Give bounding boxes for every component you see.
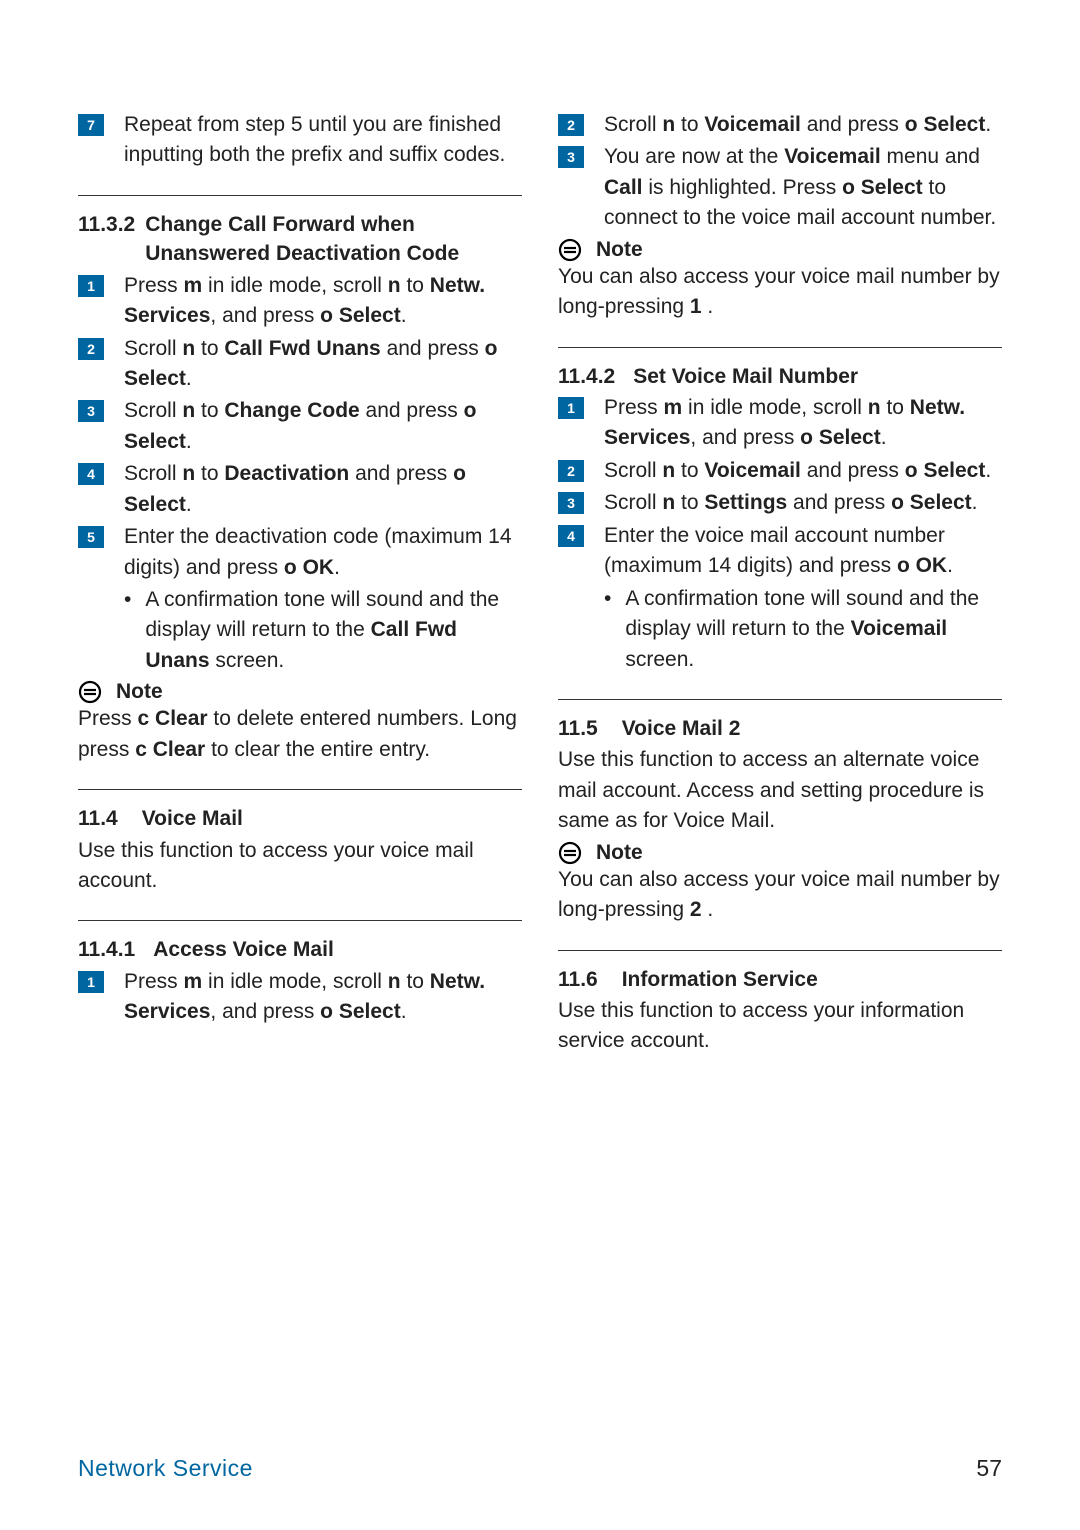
right-column: 2 Scroll n to Voicemail and press o Sele… (558, 110, 1002, 1059)
heading-11-4-1: 11.4.1 Access Voice Mail (78, 935, 522, 964)
step-number: 5 (78, 526, 104, 548)
heading-title: Voice Mail 2 (622, 717, 741, 740)
step-number: 1 (78, 971, 104, 993)
step-2: 2 Scroll n to Voicemail and press o Sele… (558, 456, 1002, 486)
heading-title: Voice Mail (142, 807, 243, 830)
step-4: 4 Enter the voice mail account number (m… (558, 521, 1002, 582)
step-text: Enter the voice mail account number (max… (604, 521, 1002, 582)
left-column: 7 Repeat from step 5 until you are finis… (78, 110, 522, 1059)
step-number: 4 (558, 525, 584, 547)
separator (78, 920, 522, 921)
heading-number: 11.5 (558, 717, 598, 740)
manual-page: 7 Repeat from step 5 until you are finis… (0, 0, 1080, 1530)
step-text: Enter the deactivation code (maximum 14 … (124, 522, 522, 583)
note-icon (558, 238, 582, 262)
step-number: 1 (78, 275, 104, 297)
heading-title: Change Call Forward when Unanswered Deac… (145, 210, 522, 269)
heading-title: Access Voice Mail (153, 938, 334, 961)
step-number: 1 (558, 397, 584, 419)
step-text: Press m in idle mode, scroll n to Netw. … (604, 393, 1002, 454)
heading-number: 11.4.2 (558, 365, 615, 388)
step-number: 2 (558, 114, 584, 136)
step-3: 3 Scroll n to Settings and press o Selec… (558, 488, 1002, 518)
note-text: You can also access your voice mail numb… (558, 865, 1002, 926)
heading-title: Set Voice Mail Number (633, 365, 858, 388)
heading-number: 11.4 (78, 807, 118, 830)
bullet-icon: • (124, 585, 131, 676)
separator (558, 347, 1002, 348)
step-number: 7 (78, 114, 104, 136)
step-5: 5 Enter the deactivation code (maximum 1… (78, 522, 522, 583)
separator (78, 195, 522, 196)
page-number: 57 (976, 1455, 1002, 1482)
step-1: 1 Press m in idle mode, scroll n to Netw… (558, 393, 1002, 454)
step-number: 3 (78, 400, 104, 422)
step-text: Scroll n to Voicemail and press o Select… (604, 110, 1002, 140)
note-label: Note (596, 238, 643, 262)
note-icon (78, 680, 102, 704)
heading-11-4: 11.4 Voice Mail (78, 804, 522, 833)
note-label: Note (116, 680, 163, 704)
note-text: You can also access your voice mail numb… (558, 262, 1002, 323)
bullet-text: A confirmation tone will sound and the d… (145, 585, 522, 676)
paragraph: Use this function to access your voice m… (78, 836, 522, 897)
note: Note (558, 238, 1002, 262)
footer-section: Network Service (78, 1455, 253, 1482)
step-text: Scroll n to Voicemail and press o Select… (604, 456, 1002, 486)
note: Note (78, 680, 522, 704)
step-text: Press m in idle mode, scroll n to Netw. … (124, 967, 522, 1028)
heading-11-4-2: 11.4.2 Set Voice Mail Number (558, 362, 1002, 391)
heading-11-5: 11.5 Voice Mail 2 (558, 714, 1002, 743)
separator (558, 950, 1002, 951)
heading-11-6: 11.6 Information Service (558, 965, 1002, 994)
step-7: 7 Repeat from step 5 until you are finis… (78, 110, 522, 171)
heading-number: 11.4.1 (78, 938, 135, 961)
note-label: Note (596, 841, 643, 865)
bullet: • A confirmation tone will sound and the… (558, 584, 1002, 675)
note-text: Press c Clear to delete entered numbers.… (78, 704, 522, 765)
paragraph: Use this function to access your informa… (558, 996, 1002, 1057)
step-2: 2 Scroll n to Voicemail and press o Sele… (558, 110, 1002, 140)
heading-number: 11.6 (558, 968, 598, 991)
paragraph: Use this function to access an alternate… (558, 745, 1002, 836)
separator (78, 789, 522, 790)
heading-11-3-2: 11.3.2 Change Call Forward when Unanswer… (78, 210, 522, 269)
heading-title: Information Service (622, 968, 818, 991)
step-3: 3 You are now at the Voicemail menu and … (558, 142, 1002, 233)
step-1: 1 Press m in idle mode, scroll n to Netw… (78, 271, 522, 332)
step-text: Scroll n to Deactivation and press o Sel… (124, 459, 522, 520)
step-2: 2 Scroll n to Call Fwd Unans and press o… (78, 334, 522, 395)
step-text: Scroll n to Call Fwd Unans and press o S… (124, 334, 522, 395)
step-text: Repeat from step 5 until you are finishe… (124, 110, 522, 171)
bullet-icon: • (604, 584, 611, 675)
step-text: Press m in idle mode, scroll n to Netw. … (124, 271, 522, 332)
step-number: 2 (78, 338, 104, 360)
step-3: 3 Scroll n to Change Code and press o Se… (78, 396, 522, 457)
step-number: 3 (558, 146, 584, 168)
columns: 7 Repeat from step 5 until you are finis… (78, 110, 1002, 1059)
note-icon (558, 841, 582, 865)
note: Note (558, 841, 1002, 865)
footer: Network Service 57 (78, 1455, 1002, 1482)
bullet: • A confirmation tone will sound and the… (78, 585, 522, 676)
separator (558, 699, 1002, 700)
bullet-text: A confirmation tone will sound and the d… (625, 584, 1002, 675)
step-4: 4 Scroll n to Deactivation and press o S… (78, 459, 522, 520)
step-text: Scroll n to Settings and press o Select. (604, 488, 1002, 518)
step-text: You are now at the Voicemail menu and Ca… (604, 142, 1002, 233)
step-text: Scroll n to Change Code and press o Sele… (124, 396, 522, 457)
heading-number: 11.3.2 (78, 210, 135, 269)
step-number: 4 (78, 463, 104, 485)
step-number: 2 (558, 460, 584, 482)
step-1: 1 Press m in idle mode, scroll n to Netw… (78, 967, 522, 1028)
step-number: 3 (558, 492, 584, 514)
